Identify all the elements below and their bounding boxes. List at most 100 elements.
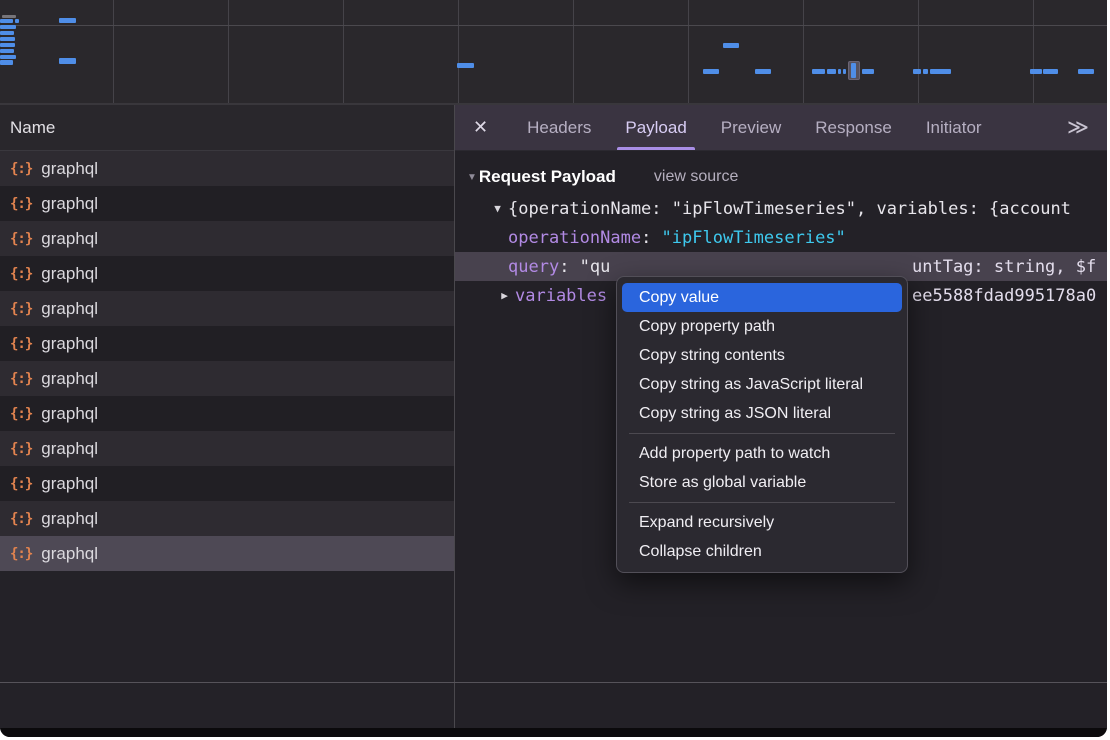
expanded-triangle-icon[interactable]: ▼ <box>487 202 508 215</box>
menu-item-copy-string-as-json-literal[interactable]: Copy string as JSON literal <box>617 399 907 428</box>
menu-item-expand-recursively[interactable]: Expand recursively <box>617 508 907 537</box>
timeline-request-bar <box>862 69 874 74</box>
request-row[interactable]: {:}graphql <box>0 431 454 466</box>
timeline-request-bar <box>703 69 719 74</box>
request-name: graphql <box>41 194 98 214</box>
request-row[interactable]: {:}graphql <box>0 221 454 256</box>
request-list-panel: Name {:}graphql{:}graphql{:}graphql{:}gr… <box>0 105 454 728</box>
json-row-operationName[interactable]: operationName: "ipFlowTimeseries" <box>455 223 1107 252</box>
timeline-gridline <box>688 0 689 103</box>
timeline-request-bar <box>930 69 951 74</box>
menu-item-add-property-path-to-watch[interactable]: Add property path to watch <box>617 439 907 468</box>
request-name: graphql <box>41 369 98 389</box>
view-source-link[interactable]: view source <box>654 168 738 186</box>
timeline-request-bar <box>812 69 825 74</box>
timeline-request-bar <box>0 43 15 47</box>
name-column-header[interactable]: Name <box>0 105 454 151</box>
timeline-request-bar <box>843 69 846 74</box>
request-row[interactable]: {:}graphql <box>0 536 454 571</box>
request-payload-section-header[interactable]: ▼ Request Payload view source <box>455 160 1107 194</box>
request-row[interactable]: {:}graphql <box>0 326 454 361</box>
timeline-gridline <box>458 0 459 103</box>
query-value-fragment: untTag: string, $f <box>912 252 1096 281</box>
menu-item-copy-string-as-javascript-literal[interactable]: Copy string as JavaScript literal <box>617 370 907 399</box>
timeline-gridline <box>228 0 229 103</box>
timeline-request-bar <box>0 25 16 29</box>
tab-preview[interactable]: Preview <box>713 105 789 150</box>
request-row[interactable]: {:}graphql <box>0 151 454 186</box>
request-row[interactable]: {:}graphql <box>0 186 454 221</box>
tab-response[interactable]: Response <box>807 105 900 150</box>
request-name: graphql <box>41 439 98 459</box>
json-root-preview: {operationName: "ipFlowTimeseries", vari… <box>508 199 1071 219</box>
property-value-string: "ipFlowTimeseries" <box>662 228 846 248</box>
close-icon[interactable]: ✕ <box>473 105 488 150</box>
tab-payload[interactable]: Payload <box>617 105 694 150</box>
menu-separator <box>629 433 895 434</box>
timeline-request-bar <box>0 37 15 41</box>
json-braces-icon: {:} <box>10 336 32 352</box>
menu-item-store-as-global-variable[interactable]: Store as global variable <box>617 468 907 497</box>
request-row[interactable]: {:} graphql <box>0 396 454 431</box>
json-braces-icon: {:} <box>10 266 32 282</box>
detail-tab-bar: ✕ Headers Payload Preview Response Initiator… <box>455 105 1107 151</box>
menu-item-copy-string-contents[interactable]: Copy string contents <box>617 341 907 370</box>
menu-item-collapse-children[interactable]: Collapse children <box>617 537 907 566</box>
timeline-request-bar <box>827 69 836 74</box>
timeline-hgridline <box>0 25 1107 26</box>
property-value-start: "qu <box>580 257 611 277</box>
horizontal-divider <box>0 682 1107 683</box>
context-menu: Copy valueCopy property pathCopy string … <box>616 276 908 573</box>
timeline-request-bar <box>59 58 76 64</box>
property-key: query <box>508 257 559 277</box>
request-name: graphql <box>41 404 98 424</box>
request-row[interactable]: {:}graphql <box>0 466 454 501</box>
timeline-request-bar <box>723 43 739 48</box>
menu-separator <box>629 502 895 503</box>
request-name: graphql <box>41 159 98 179</box>
request-row[interactable]: {:} graphql <box>0 291 454 326</box>
variables-value-fragment: ee5588fdad995178a0 <box>912 281 1096 310</box>
request-list: {:} graphql {:} graphql {:} graphql {:} graphql… <box>0 151 454 571</box>
timeline-gridline <box>918 0 919 103</box>
window-bottom-edge <box>0 728 1107 737</box>
json-root-row[interactable]: ▼ {operationName: "ipFlowTimeseries", va… <box>455 194 1107 223</box>
timeline-request-bar <box>913 69 921 74</box>
json-braces-icon: {:} <box>10 371 32 387</box>
collapsed-triangle-icon[interactable]: ▶ <box>494 289 515 302</box>
timeline-request-bar <box>59 18 76 23</box>
request-row[interactable]: {:} graphql <box>0 361 454 396</box>
json-braces-icon: {:} <box>10 301 32 317</box>
timeline-request-bar <box>15 19 19 23</box>
timeline-request-bar <box>0 60 13 65</box>
request-name: graphql <box>41 299 98 319</box>
tab-headers[interactable]: Headers <box>519 105 599 150</box>
timeline-request-bar <box>838 69 841 74</box>
json-braces-icon: {:} <box>10 476 32 492</box>
timeline-request-bar <box>0 55 16 59</box>
menu-item-copy-property-path[interactable]: Copy property path <box>617 312 907 341</box>
timeline-request-bar <box>923 69 928 74</box>
timeline-request-bar <box>457 63 474 68</box>
timeline-request-bar <box>0 49 14 53</box>
timeline-gridline <box>343 0 344 103</box>
timeline-request-bar <box>0 19 13 23</box>
menu-item-copy-value[interactable]: Copy value <box>622 283 902 312</box>
section-expander-icon[interactable]: ▼ <box>467 172 477 183</box>
network-overview-timeline[interactable] <box>0 0 1107 105</box>
request-name: graphql <box>41 264 98 284</box>
timeline-request-bar <box>2 15 16 18</box>
colon: : <box>559 257 579 277</box>
timeline-request-bar <box>1030 69 1042 74</box>
more-tabs-icon[interactable]: ≫ <box>1067 105 1089 150</box>
request-name: graphql <box>41 229 98 249</box>
property-key: operationName <box>508 228 641 248</box>
request-row[interactable]: {:}graphql <box>0 501 454 536</box>
colon: : <box>641 228 661 248</box>
tab-initiator[interactable]: Initiator <box>918 105 990 150</box>
request-row[interactable]: {:} graphql <box>0 256 454 291</box>
timeline-request-bar <box>1078 69 1094 74</box>
timeline-gridline <box>573 0 574 103</box>
json-braces-icon: {:} <box>10 406 32 422</box>
timeline-request-bar <box>851 63 856 78</box>
